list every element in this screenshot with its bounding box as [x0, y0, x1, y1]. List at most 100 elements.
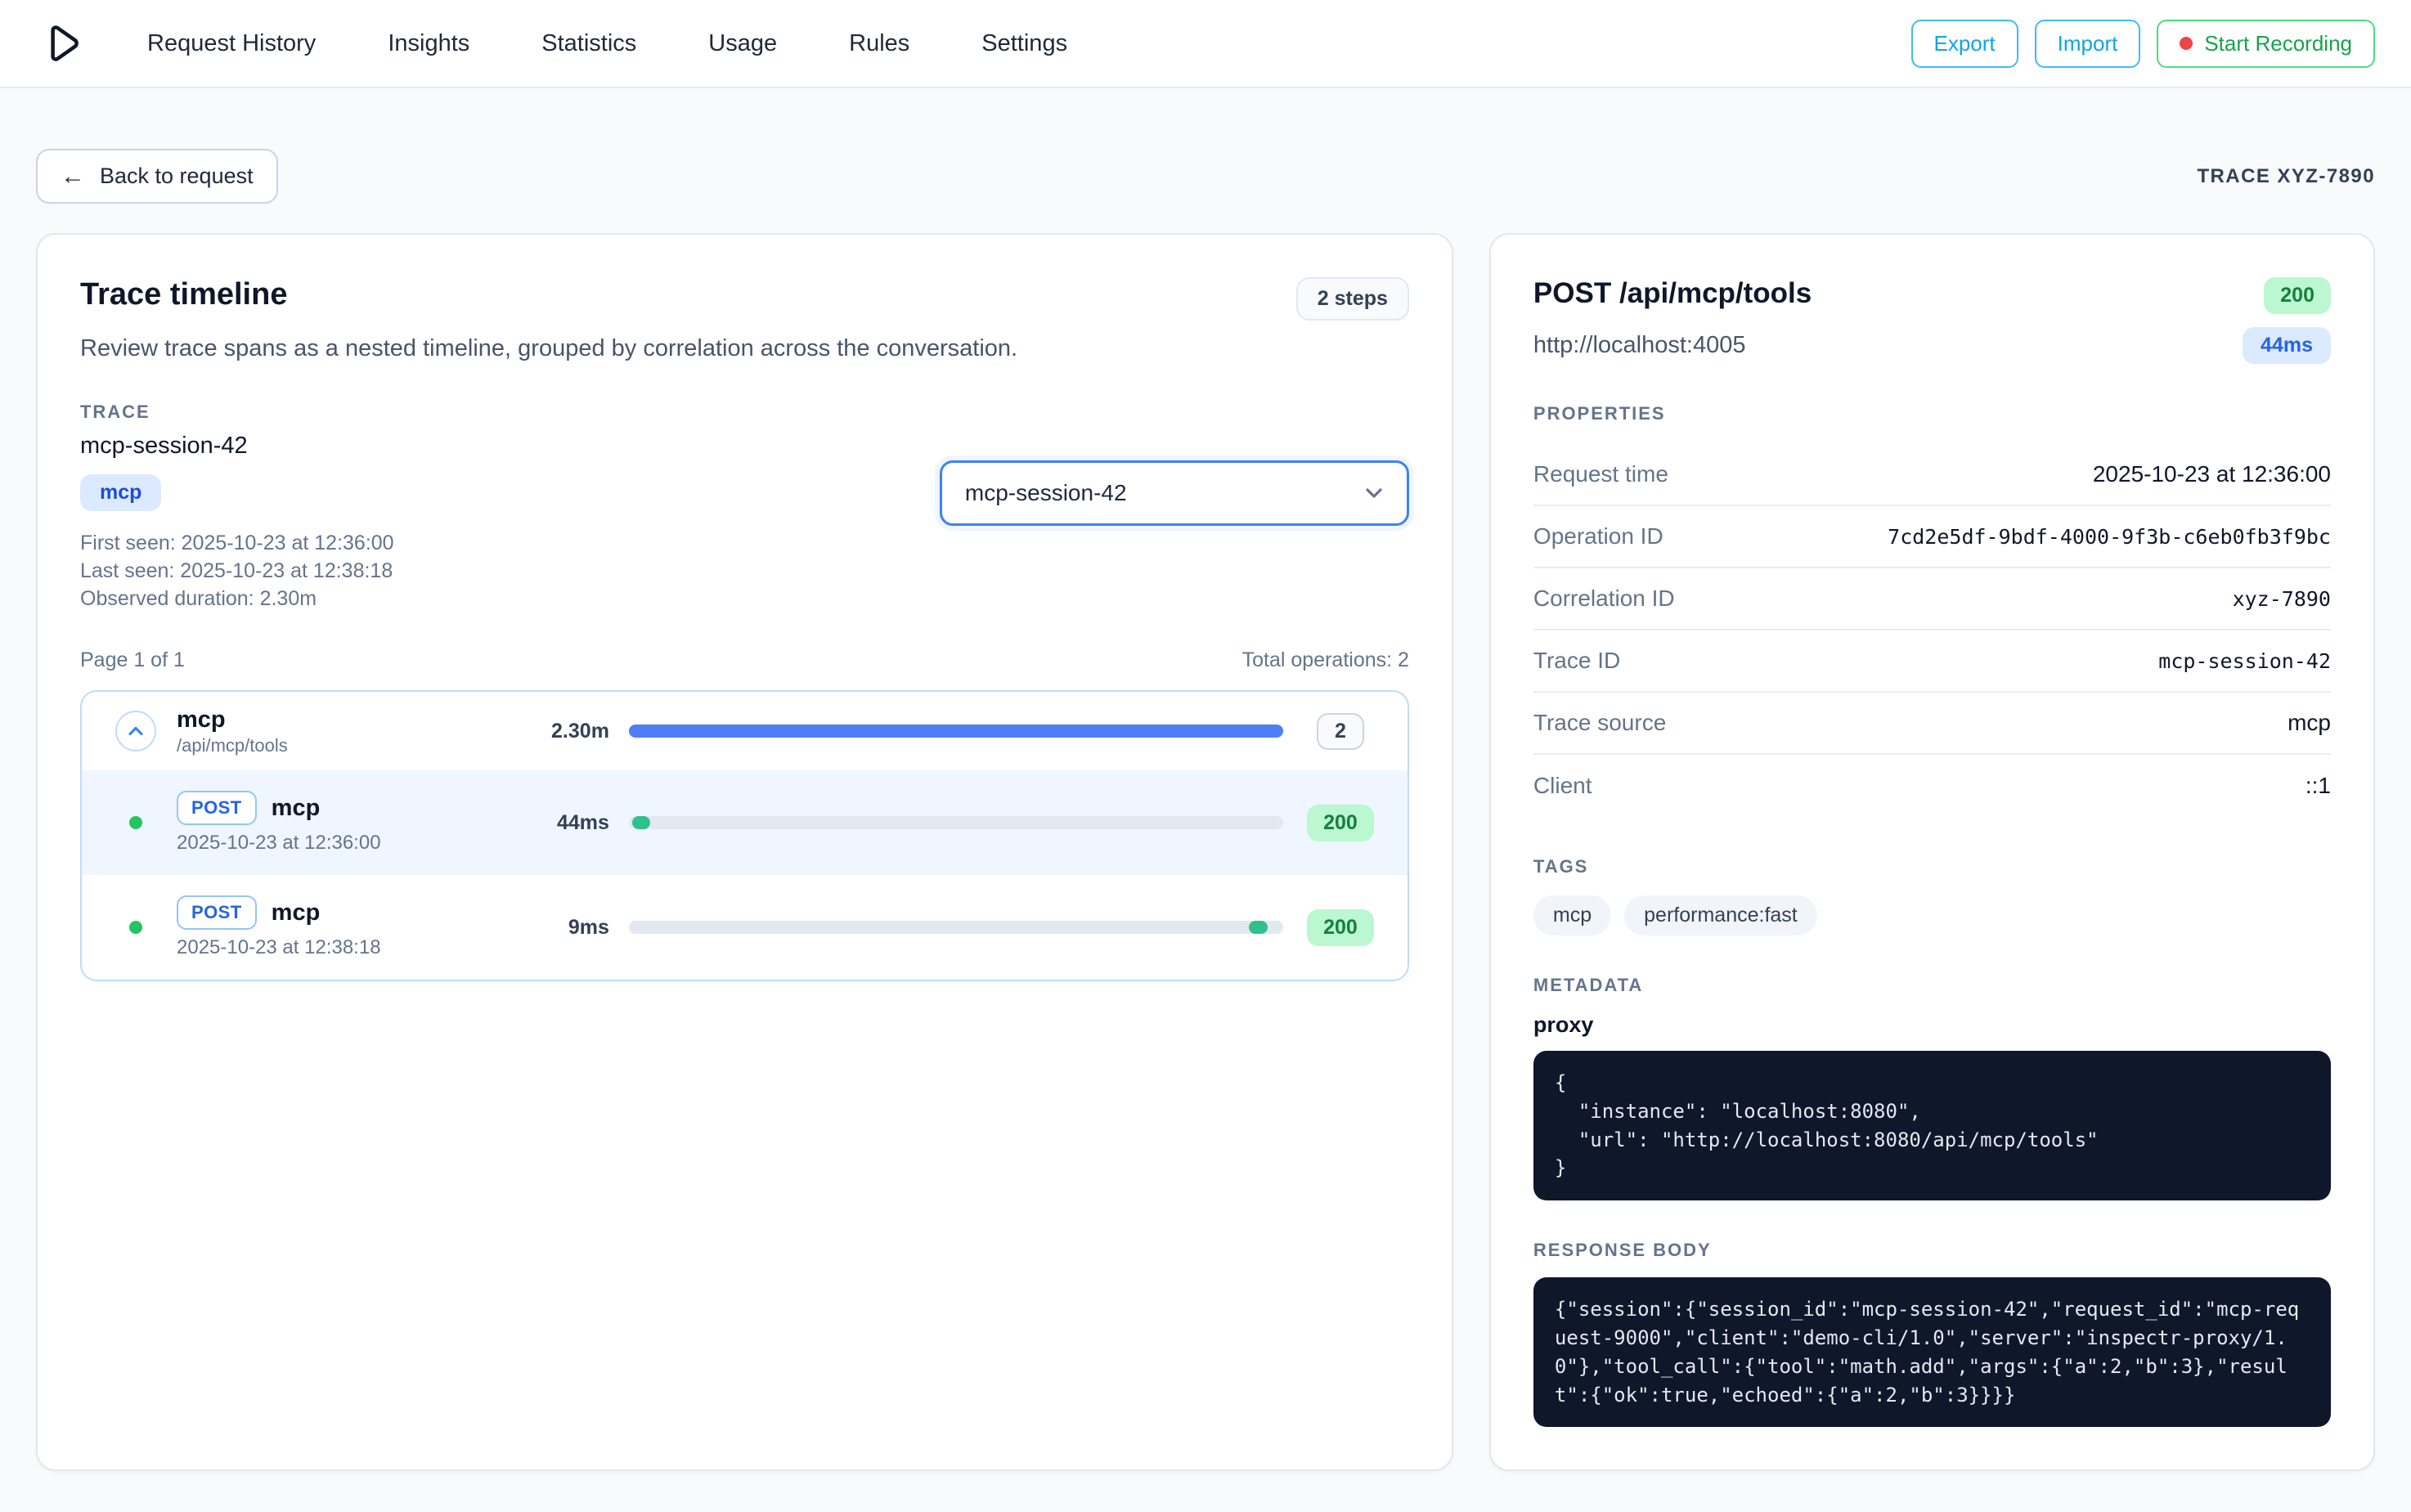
- response-status-badge: 200: [2264, 277, 2331, 314]
- span-timeline-bar: [629, 816, 1283, 829]
- group-indicator: [114, 711, 157, 752]
- tag-pill: performance:fast: [1624, 895, 1817, 935]
- pagination-row: Page 1 of 1 Total operations: 2: [80, 648, 1409, 672]
- property-label: Trace ID: [1533, 648, 1620, 674]
- property-value: xyz-7890: [2233, 587, 2331, 611]
- metadata-json-block: { "instance": "localhost:8080", "url": "…: [1533, 1051, 2331, 1200]
- property-row: Trace source mcp: [1533, 693, 2331, 755]
- group-name: mcp: [177, 707, 495, 734]
- property-row: Trace ID mcp-session-42: [1533, 630, 2331, 693]
- timeline-title: Trace timeline: [80, 277, 287, 312]
- nav-item-request-history[interactable]: Request History: [147, 30, 316, 57]
- status-badge: 200: [1307, 805, 1374, 841]
- trace-timeline-card: Trace timeline 2 steps Review trace span…: [36, 233, 1453, 1471]
- property-label: Client: [1533, 773, 1592, 799]
- span-row[interactable]: POST mcp 2025-10-23 at 12:36:00 44ms 200: [82, 770, 1408, 875]
- nav-item-rules[interactable]: Rules: [849, 30, 909, 57]
- export-button[interactable]: Export: [1911, 20, 2018, 68]
- trace-reference: TRACE XYZ-7890: [2197, 165, 2375, 188]
- property-value: 7cd2e5df-9bdf-4000-9f3b-c6eb0fb3f9bc: [1888, 525, 2331, 549]
- properties-section-label: PROPERTIES: [1533, 403, 2331, 424]
- timeline-box: mcp /api/mcp/tools 2.30m 2: [80, 690, 1409, 981]
- trace-group-row[interactable]: mcp /api/mcp/tools 2.30m 2: [82, 692, 1408, 770]
- span-bar-fill: [632, 816, 650, 829]
- span-name: mcp: [272, 900, 321, 926]
- steps-count-badge: 2 steps: [1296, 277, 1409, 321]
- nav-actions: Export Import Start Recording: [1911, 20, 2376, 68]
- property-value: ::1: [2305, 773, 2331, 799]
- method-badge: POST: [177, 895, 257, 930]
- span-indicator: [114, 921, 157, 934]
- tags-section-label: TAGS: [1533, 856, 2331, 877]
- trace-section-label: TRACE: [80, 402, 1409, 423]
- span-duration: 9ms: [514, 916, 609, 940]
- group-bar-fill: [629, 725, 1283, 738]
- session-select-value: mcp-session-42: [965, 480, 1127, 506]
- property-row: Request time 2025-10-23 at 12:36:00: [1533, 444, 2331, 506]
- properties-list: Request time 2025-10-23 at 12:36:00 Oper…: [1533, 444, 2331, 817]
- nav-item-insights[interactable]: Insights: [388, 30, 469, 57]
- trace-seen-lines: First seen: 2025-10-23 at 12:36:00 Last …: [80, 529, 1409, 612]
- request-title: POST /api/mcp/tools: [1533, 277, 1812, 310]
- group-badge-col: 2: [1303, 713, 1378, 750]
- response-body-block: {"session":{"session_id":"mcp-session-42…: [1533, 1277, 2331, 1427]
- span-labels: POST mcp 2025-10-23 at 12:38:18: [177, 895, 495, 959]
- trace-name: mcp-session-42: [80, 433, 1409, 460]
- property-row: Correlation ID xyz-7890: [1533, 568, 2331, 630]
- chevron-down-icon: [1361, 480, 1387, 506]
- total-operations: Total operations: 2: [1242, 648, 1409, 672]
- content-grid: Trace timeline 2 steps Review trace span…: [36, 233, 2375, 1471]
- nav-item-settings[interactable]: Settings: [981, 30, 1067, 57]
- property-label: Operation ID: [1533, 523, 1663, 550]
- span-bar-fill: [1249, 921, 1267, 934]
- trace-meta-block: TRACE mcp-session-42 mcp First seen: 202…: [80, 402, 1409, 612]
- tag-pill: mcp: [1533, 895, 1611, 935]
- request-url: http://localhost:4005: [1533, 332, 1746, 359]
- observed-duration-text: Observed duration: 2.30m: [80, 585, 1409, 612]
- detail-header: POST /api/mcp/tools 200: [1533, 277, 2331, 314]
- tags-list: mcp performance:fast: [1533, 895, 2331, 935]
- span-badge-col: 200: [1303, 909, 1378, 946]
- span-badge-col: 200: [1303, 805, 1378, 841]
- group-path: /api/mcp/tools: [177, 735, 495, 756]
- last-seen-text: Last seen: 2025-10-23 at 12:38:18: [80, 557, 1409, 585]
- nav-item-statistics[interactable]: Statistics: [541, 30, 636, 57]
- span-name: mcp: [272, 795, 321, 822]
- status-dot-icon: [129, 921, 142, 934]
- property-label: Correlation ID: [1533, 586, 1675, 612]
- toolbar-row: ← Back to request TRACE XYZ-7890: [36, 149, 2375, 204]
- chevron-up-icon: [124, 720, 147, 743]
- property-label: Request time: [1533, 461, 1668, 487]
- span-timeline-bar: [629, 921, 1283, 934]
- collapse-group-button[interactable]: [115, 711, 156, 752]
- recording-dot-icon: [2180, 37, 2193, 50]
- page-info: Page 1 of 1: [80, 648, 185, 672]
- import-button[interactable]: Import: [2035, 20, 2141, 68]
- request-detail-card: POST /api/mcp/tools 200 http://localhost…: [1489, 233, 2375, 1471]
- group-timeline-bar: [629, 725, 1283, 738]
- nav-item-usage[interactable]: Usage: [708, 30, 777, 57]
- nav-links: Request History Insights Statistics Usag…: [147, 30, 1067, 57]
- app-logo[interactable]: [36, 19, 85, 68]
- main-content: ← Back to request TRACE XYZ-7890 Trace t…: [0, 88, 2411, 1512]
- group-count-badge: 2: [1317, 713, 1364, 750]
- back-button-label: Back to request: [100, 164, 254, 189]
- span-duration: 44ms: [514, 811, 609, 835]
- timeline-subtitle: Review trace spans as a nested timeline,…: [80, 335, 1409, 362]
- session-select[interactable]: mcp-session-42: [940, 460, 1409, 526]
- back-to-request-button[interactable]: ← Back to request: [36, 149, 278, 204]
- trace-source-pill: mcp: [80, 474, 161, 511]
- group-labels: mcp /api/mcp/tools: [177, 707, 495, 756]
- method-badge: POST: [177, 791, 257, 825]
- property-value: mcp-session-42: [2158, 649, 2331, 673]
- first-seen-text: First seen: 2025-10-23 at 12:36:00: [80, 529, 1409, 557]
- start-recording-button[interactable]: Start Recording: [2157, 20, 2375, 68]
- metadata-key: proxy: [1533, 1012, 2331, 1038]
- span-time: 2025-10-23 at 12:36:00: [177, 832, 495, 855]
- span-time: 2025-10-23 at 12:38:18: [177, 936, 495, 959]
- property-label: Trace source: [1533, 710, 1666, 736]
- span-row[interactable]: POST mcp 2025-10-23 at 12:38:18 9ms 200: [82, 875, 1408, 980]
- span-labels: POST mcp 2025-10-23 at 12:36:00: [177, 791, 495, 855]
- group-duration: 2.30m: [514, 720, 609, 743]
- play-logo-icon: [36, 19, 85, 68]
